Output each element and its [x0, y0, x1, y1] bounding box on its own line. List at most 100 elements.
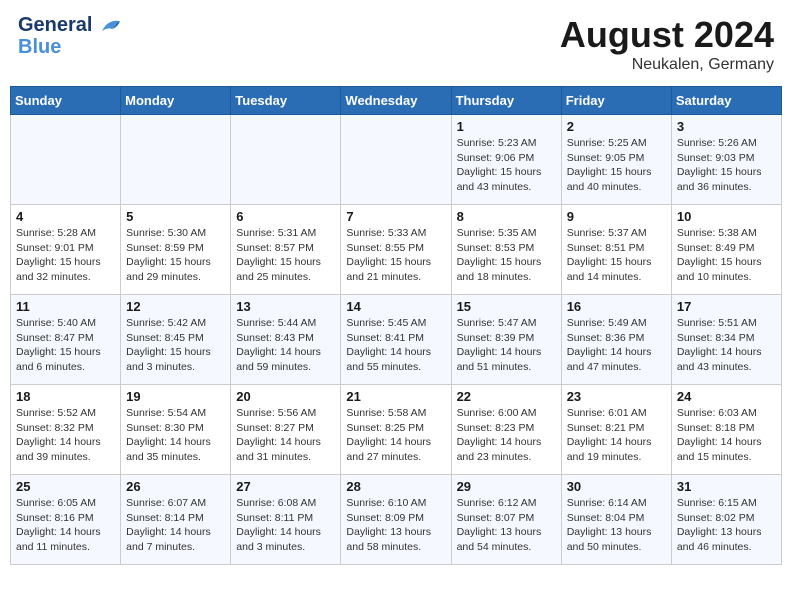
day-info: Sunrise: 5:23 AM Sunset: 9:06 PM Dayligh…: [457, 136, 556, 195]
calendar-header-row: SundayMondayTuesdayWednesdayThursdayFrid…: [11, 87, 782, 115]
day-info: Sunrise: 5:37 AM Sunset: 8:51 PM Dayligh…: [567, 226, 666, 285]
day-number: 10: [677, 209, 776, 224]
logo-blue-text: Blue: [18, 36, 122, 58]
calendar-day-7: 7Sunrise: 5:33 AM Sunset: 8:55 PM Daylig…: [341, 205, 451, 295]
day-info: Sunrise: 5:26 AM Sunset: 9:03 PM Dayligh…: [677, 136, 776, 195]
day-number: 3: [677, 119, 776, 134]
day-info: Sunrise: 5:52 AM Sunset: 8:32 PM Dayligh…: [16, 406, 115, 465]
calendar-day-19: 19Sunrise: 5:54 AM Sunset: 8:30 PM Dayli…: [121, 385, 231, 475]
day-info: Sunrise: 6:05 AM Sunset: 8:16 PM Dayligh…: [16, 496, 115, 555]
calendar-day-27: 27 Sunrise: 6:08 AM Sunset: 8:11 PM Dayli…: [231, 475, 341, 565]
calendar-day-26: 26Sunrise: 6:07 AM Sunset: 8:14 PM Dayli…: [121, 475, 231, 565]
calendar-day-3: 3 Sunrise: 5:26 AM Sunset: 9:03 PM Daylig…: [671, 115, 781, 205]
calendar-day-2: 2 Sunrise: 5:25 AM Sunset: 9:05 PM Daylig…: [561, 115, 671, 205]
day-info: Sunrise: 6:08 AM Sunset: 8:11 PM Dayligh…: [236, 496, 335, 555]
calendar-day-28: 28Sunrise: 6:10 AM Sunset: 8:09 PM Dayli…: [341, 475, 451, 565]
calendar-day-13: 13 Sunrise: 5:44 AM Sunset: 8:43 PM Dayli…: [231, 295, 341, 385]
calendar-day-12: 12Sunrise: 5:42 AM Sunset: 8:45 PM Dayli…: [121, 295, 231, 385]
day-info: Sunrise: 5:35 AM Sunset: 8:53 PM Dayligh…: [457, 226, 556, 285]
calendar-day-30: 30 Sunrise: 6:14 AM Sunset: 8:04 PM Dayli…: [561, 475, 671, 565]
day-number: 6: [236, 209, 335, 224]
calendar-day-24: 24 Sunrise: 6:03 AM Sunset: 8:18 PM Dayli…: [671, 385, 781, 475]
day-number: 11: [16, 299, 115, 314]
day-number: 23: [567, 389, 666, 404]
calendar-day-22: 22Sunrise: 6:00 AM Sunset: 8:23 PM Dayli…: [451, 385, 561, 475]
day-info: Sunrise: 6:01 AM Sunset: 8:21 PM Dayligh…: [567, 406, 666, 465]
calendar-day-8: 8 Sunrise: 5:35 AM Sunset: 8:53 PM Daylig…: [451, 205, 561, 295]
day-info: Sunrise: 5:38 AM Sunset: 8:49 PM Dayligh…: [677, 226, 776, 285]
header-day-wednesday: Wednesday: [341, 87, 451, 115]
header-day-saturday: Saturday: [671, 87, 781, 115]
day-info: Sunrise: 5:30 AM Sunset: 8:59 PM Dayligh…: [126, 226, 225, 285]
header-day-friday: Friday: [561, 87, 671, 115]
day-info: Sunrise: 5:49 AM Sunset: 8:36 PM Dayligh…: [567, 316, 666, 375]
day-number: 5: [126, 209, 225, 224]
day-info: Sunrise: 6:03 AM Sunset: 8:18 PM Dayligh…: [677, 406, 776, 465]
day-info: Sunrise: 5:40 AM Sunset: 8:47 PM Dayligh…: [16, 316, 115, 375]
day-number: 2: [567, 119, 666, 134]
day-info: Sunrise: 5:47 AM Sunset: 8:39 PM Dayligh…: [457, 316, 556, 375]
title-block: August 2024 Neukalen, Germany: [560, 14, 774, 74]
day-info: Sunrise: 5:56 AM Sunset: 8:27 PM Dayligh…: [236, 406, 335, 465]
day-number: 18: [16, 389, 115, 404]
calendar-day-5: 5 Sunrise: 5:30 AM Sunset: 8:59 PM Daylig…: [121, 205, 231, 295]
day-number: 30: [567, 479, 666, 494]
day-info: Sunrise: 6:14 AM Sunset: 8:04 PM Dayligh…: [567, 496, 666, 555]
calendar-day-25: 25 Sunrise: 6:05 AM Sunset: 8:16 PM Dayli…: [11, 475, 121, 565]
day-info: Sunrise: 5:45 AM Sunset: 8:41 PM Dayligh…: [346, 316, 445, 375]
day-info: Sunrise: 5:44 AM Sunset: 8:43 PM Dayligh…: [236, 316, 335, 375]
header-day-sunday: Sunday: [11, 87, 121, 115]
day-info: Sunrise: 5:28 AM Sunset: 9:01 PM Dayligh…: [16, 226, 115, 285]
day-number: 29: [457, 479, 556, 494]
day-number: 9: [567, 209, 666, 224]
day-info: Sunrise: 5:31 AM Sunset: 8:57 PM Dayligh…: [236, 226, 335, 285]
calendar-week-row: 18 Sunrise: 5:52 AM Sunset: 8:32 PM Dayli…: [11, 385, 782, 475]
day-info: Sunrise: 5:25 AM Sunset: 9:05 PM Dayligh…: [567, 136, 666, 195]
calendar-day-10: 10 Sunrise: 5:38 AM Sunset: 8:49 PM Dayli…: [671, 205, 781, 295]
day-number: 20: [236, 389, 335, 404]
day-number: 1: [457, 119, 556, 134]
empty-cell: [231, 115, 341, 205]
calendar-day-6: 6 Sunrise: 5:31 AM Sunset: 8:57 PM Daylig…: [231, 205, 341, 295]
calendar-week-row: 4 Sunrise: 5:28 AM Sunset: 9:01 PM Daylig…: [11, 205, 782, 295]
day-number: 21: [346, 389, 445, 404]
calendar-day-1: 1 Sunrise: 5:23 AM Sunset: 9:06 PM Daylig…: [451, 115, 561, 205]
day-info: Sunrise: 5:33 AM Sunset: 8:55 PM Dayligh…: [346, 226, 445, 285]
empty-cell: [121, 115, 231, 205]
day-number: 19: [126, 389, 225, 404]
empty-cell: [341, 115, 451, 205]
calendar-day-21: 21 Sunrise: 5:58 AM Sunset: 8:25 PM Dayli…: [341, 385, 451, 475]
calendar-day-23: 23 Sunrise: 6:01 AM Sunset: 8:21 PM Dayli…: [561, 385, 671, 475]
calendar-day-15: 15 Sunrise: 5:47 AM Sunset: 8:39 PM Dayli…: [451, 295, 561, 385]
day-number: 13: [236, 299, 335, 314]
day-number: 31: [677, 479, 776, 494]
day-number: 26: [126, 479, 225, 494]
day-info: Sunrise: 5:58 AM Sunset: 8:25 PM Dayligh…: [346, 406, 445, 465]
logo-text: General: [18, 14, 122, 36]
logo-bird-icon: [100, 17, 122, 35]
calendar-week-row: 11 Sunrise: 5:40 AM Sunset: 8:47 PM Dayli…: [11, 295, 782, 385]
calendar-day-9: 9 Sunrise: 5:37 AM Sunset: 8:51 PM Daylig…: [561, 205, 671, 295]
calendar-day-31: 31 Sunrise: 6:15 AM Sunset: 8:02 PM Dayli…: [671, 475, 781, 565]
logo: General Blue: [18, 14, 122, 58]
header-day-tuesday: Tuesday: [231, 87, 341, 115]
day-number: 27: [236, 479, 335, 494]
day-number: 25: [16, 479, 115, 494]
header-day-thursday: Thursday: [451, 87, 561, 115]
calendar-week-row: 25 Sunrise: 6:05 AM Sunset: 8:16 PM Dayli…: [11, 475, 782, 565]
day-number: 24: [677, 389, 776, 404]
header-day-monday: Monday: [121, 87, 231, 115]
calendar-day-17: 17Sunrise: 5:51 AM Sunset: 8:34 PM Dayli…: [671, 295, 781, 385]
day-number: 12: [126, 299, 225, 314]
day-number: 8: [457, 209, 556, 224]
calendar-day-20: 20 Sunrise: 5:56 AM Sunset: 8:27 PM Dayli…: [231, 385, 341, 475]
day-info: Sunrise: 6:15 AM Sunset: 8:02 PM Dayligh…: [677, 496, 776, 555]
day-number: 15: [457, 299, 556, 314]
calendar-day-4: 4 Sunrise: 5:28 AM Sunset: 9:01 PM Daylig…: [11, 205, 121, 295]
day-info: Sunrise: 5:51 AM Sunset: 8:34 PM Dayligh…: [677, 316, 776, 375]
day-number: 16: [567, 299, 666, 314]
day-info: Sunrise: 6:10 AM Sunset: 8:09 PM Dayligh…: [346, 496, 445, 555]
day-info: Sunrise: 6:00 AM Sunset: 8:23 PM Dayligh…: [457, 406, 556, 465]
subtitle: Neukalen, Germany: [560, 56, 774, 74]
day-number: 4: [16, 209, 115, 224]
